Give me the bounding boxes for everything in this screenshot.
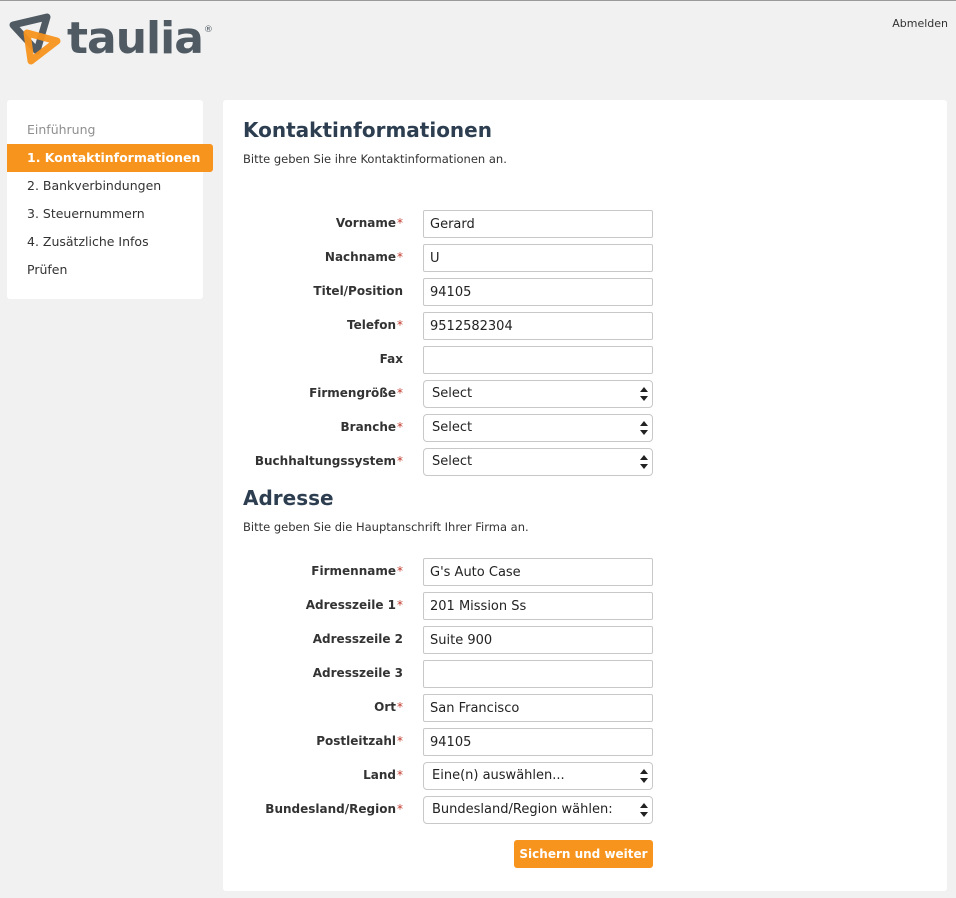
vorname-input[interactable] [423, 210, 653, 238]
ort-label: Ort* [374, 700, 403, 714]
row-adresszeile-3: Adresszeile 3 [223, 660, 947, 688]
row-ort: Ort* [223, 694, 947, 722]
required-marker: * [397, 802, 403, 816]
logo-wordmark: taulia [67, 13, 204, 64]
row-branche: Branche* Select [223, 414, 947, 442]
land-label: Land* [363, 768, 403, 782]
row-postleitzahl: Postleitzahl* [223, 728, 947, 756]
bundesland-label: Bundesland/Region* [265, 802, 403, 816]
required-marker: * [397, 700, 403, 714]
adresszeile-2-label: Adresszeile 2 [312, 632, 403, 646]
required-marker: * [397, 734, 403, 748]
adresszeile-1-label: Adresszeile 1* [305, 598, 403, 612]
save-and-continue-button[interactable]: Sichern und weiter [514, 840, 653, 868]
row-firmengroesse: Firmengröße* Select [223, 380, 947, 408]
sidebar-item-einfuehrung: Einführung [27, 122, 96, 137]
sidebar-item-pruefen[interactable]: Prüfen [7, 256, 213, 284]
firmenname-input[interactable] [423, 558, 653, 586]
firmengroesse-selected-value: Select [432, 386, 473, 401]
sidebar-item-zusaetzliche-infos[interactable]: 4. Zusätzliche Infos [7, 228, 213, 256]
sidebar-item-bankverbindungen[interactable]: 2. Bankverbindungen [7, 172, 213, 200]
adresszeile-2-input[interactable] [423, 626, 653, 654]
adresszeile-1-input[interactable] [423, 592, 653, 620]
required-marker: * [397, 454, 403, 468]
row-telefon: Telefon* [223, 312, 947, 340]
required-marker: * [397, 598, 403, 612]
vorname-label: Vorname* [335, 216, 403, 230]
row-firmenname: Firmenname* [223, 558, 947, 586]
telefon-input[interactable] [423, 312, 653, 340]
telefon-label: Telefon* [347, 318, 403, 332]
fax-input[interactable] [423, 346, 653, 374]
select-arrows-icon [640, 387, 648, 401]
row-nachname: Nachname* [223, 244, 947, 272]
required-marker: * [397, 420, 403, 434]
taulia-logo-mark-icon [9, 13, 61, 65]
select-arrows-icon [640, 455, 648, 469]
required-marker: * [397, 386, 403, 400]
land-select[interactable]: Eine(n) auswählen... [423, 762, 653, 790]
logout-link[interactable]: Abmelden [892, 17, 948, 30]
required-marker: * [397, 768, 403, 782]
select-arrows-icon [640, 421, 648, 435]
sidebar-item-kontaktinformationen[interactable]: 1. Kontaktinformationen [7, 144, 213, 172]
contact-section-subtitle: Bitte geben Sie ihre Kontaktinformatione… [243, 152, 507, 166]
nachname-label: Nachname* [324, 250, 403, 264]
branche-select[interactable]: Select [423, 414, 653, 442]
row-vorname: Vorname* [223, 210, 947, 238]
sidebar-item-steuernummern[interactable]: 3. Steuernummern [7, 200, 213, 228]
select-arrows-icon [640, 769, 648, 783]
row-land: Land* Eine(n) auswählen... [223, 762, 947, 790]
firmenname-label: Firmenname* [311, 564, 403, 578]
taulia-logo: taulia ® [7, 11, 213, 67]
required-marker: * [397, 216, 403, 230]
buchhaltung-selected-value: Select [432, 454, 473, 469]
bundesland-select[interactable]: Bundesland/Region wählen: [423, 796, 653, 824]
firmengroesse-label: Firmengröße* [309, 386, 403, 400]
titel-input[interactable] [423, 278, 653, 306]
nachname-input[interactable] [423, 244, 653, 272]
select-arrows-icon [640, 803, 648, 817]
row-buchhaltung: Buchhaltungssystem* Select [223, 448, 947, 476]
ort-input[interactable] [423, 694, 653, 722]
adresszeile-3-label: Adresszeile 3 [312, 666, 403, 680]
bundesland-selected-value: Bundesland/Region wählen: [432, 802, 613, 817]
required-marker: * [397, 318, 403, 332]
required-marker: * [397, 564, 403, 578]
required-marker: * [397, 250, 403, 264]
row-bundesland: Bundesland/Region* Bundesland/Region wäh… [223, 796, 947, 824]
row-fax: Fax [223, 346, 947, 374]
buchhaltung-select[interactable]: Select [423, 448, 653, 476]
address-section-subtitle: Bitte geben Sie die Hauptanschrift Ihrer… [243, 520, 529, 534]
logo-registered-mark: ® [203, 25, 213, 35]
firmengroesse-select[interactable]: Select [423, 380, 653, 408]
wizard-steps-sidebar: Einführung 1. Kontaktinformationen 2. Ba… [7, 100, 213, 299]
branche-label: Branche* [340, 420, 404, 434]
contact-section-title: Kontaktinformationen [243, 118, 492, 142]
row-adresszeile-2: Adresszeile 2 [223, 626, 947, 654]
buchhaltung-label: Buchhaltungssystem* [254, 454, 403, 468]
form-panel: Kontaktinformationen Bitte geben Sie ihr… [223, 100, 947, 891]
adresszeile-3-input[interactable] [423, 660, 653, 688]
titel-label: Titel/Position [313, 284, 403, 298]
address-section-title: Adresse [243, 486, 334, 510]
fax-label: Fax [379, 352, 403, 366]
postleitzahl-input[interactable] [423, 728, 653, 756]
row-adresszeile-1: Adresszeile 1* [223, 592, 947, 620]
branche-selected-value: Select [432, 420, 473, 435]
postleitzahl-label: Postleitzahl* [316, 734, 403, 748]
land-selected-value: Eine(n) auswählen... [432, 768, 565, 783]
row-titel: Titel/Position [223, 278, 947, 306]
